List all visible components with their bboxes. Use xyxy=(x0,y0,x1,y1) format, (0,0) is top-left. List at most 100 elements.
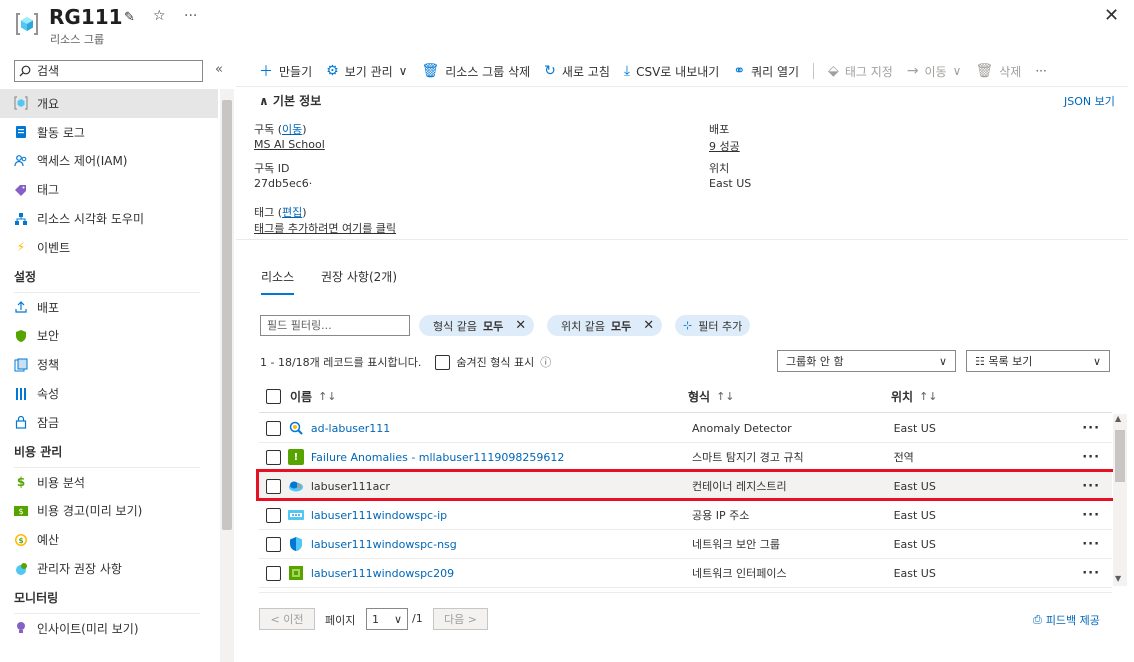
table-row[interactable]: ad-labuser111 Anomaly Detector East US ·… xyxy=(259,414,1112,443)
type-filter-pill[interactable]: 형식 같음 모두 ✕ xyxy=(419,315,535,336)
resource-type: 스마트 탐지기 경고 규칙 xyxy=(691,451,804,464)
open-query-button[interactable]: ⚭ 쿼리 열기 xyxy=(733,63,799,80)
sidebar-item-iam[interactable]: 액세스 제어(IAM) xyxy=(0,147,218,176)
essentials-toggle[interactable]: ∧ 기본 정보 xyxy=(259,92,321,109)
table-scrollbar-thumb[interactable] xyxy=(1115,430,1125,482)
pin-icon[interactable]: ✎ xyxy=(124,10,135,25)
sidebar-item-properties[interactable]: 속성 xyxy=(0,379,218,408)
more-options-icon[interactable]: ··· xyxy=(184,8,197,24)
sort-icon[interactable]: ↑↓ xyxy=(919,390,937,403)
sort-icon[interactable]: ↑↓ xyxy=(318,390,336,403)
sidebar-item-security[interactable]: 보안 xyxy=(0,322,218,351)
sidebar-item-label: 활동 로그 xyxy=(37,125,85,140)
deployments-value-link[interactable]: 9 성공 xyxy=(709,138,740,154)
subscription-id-value: 27db5ec6· xyxy=(254,177,313,190)
select-all-header: 이름 ↑↓ xyxy=(266,388,337,405)
location-value: East US xyxy=(709,177,752,190)
feedback-link[interactable]: ⎙ 피드백 제공 xyxy=(1033,612,1100,628)
sidebar-item-policy[interactable]: 정책 xyxy=(0,350,218,379)
close-icon[interactable]: ✕ xyxy=(1104,5,1119,26)
next-page-button[interactable]: 다음 > xyxy=(433,608,488,630)
row-checkbox[interactable] xyxy=(266,507,281,523)
sidebar-item-cost-analysis[interactable]: $ 비용 분석 xyxy=(0,468,218,497)
sidebar-item-overview[interactable]: 개요 xyxy=(0,89,218,118)
visualizer-icon xyxy=(14,212,28,226)
view-mode-dropdown[interactable]: ☷ 목록 보기 ∨ xyxy=(966,350,1110,372)
location-filter-pill[interactable]: 위치 같음 모두 ✕ xyxy=(547,315,663,336)
row-more-icon[interactable]: ··· xyxy=(1082,421,1112,436)
collapse-sidebar-icon[interactable]: « xyxy=(215,62,223,77)
scroll-down-icon[interactable]: ▼ xyxy=(1115,574,1121,583)
row-checkbox[interactable] xyxy=(266,536,281,552)
row-more-icon[interactable]: ··· xyxy=(1082,508,1112,523)
records-bar: 1 - 18/18개 레코드를 표시합니다. 숨겨진 형식 표시 ⓘ xyxy=(260,354,551,370)
json-view-link[interactable]: JSON 보기 xyxy=(1064,93,1115,109)
scroll-up-icon[interactable]: ▲ xyxy=(1115,414,1121,423)
sidebar-search[interactable] xyxy=(14,60,203,82)
table-row[interactable]: ! Failure Anomalies - mllabuser1119098259… xyxy=(259,443,1112,472)
row-checkbox[interactable] xyxy=(266,449,281,465)
row-more-icon[interactable]: ··· xyxy=(1082,566,1112,581)
row-more-icon[interactable]: ··· xyxy=(1082,537,1112,552)
sidebar-item-insights[interactable]: 인사이트(미리 보기) xyxy=(0,614,218,643)
resource-name-link[interactable]: labuser111windowspc-ip xyxy=(311,509,447,522)
assign-tags-button[interactable]: ⬙ 태그 지정 xyxy=(828,63,893,80)
tab-resources[interactable]: 리소스 xyxy=(261,268,295,295)
add-filter-icon: ⊹ xyxy=(683,319,693,332)
sidebar-item-budgets[interactable]: $ 예산 xyxy=(0,525,218,554)
favorite-star-icon[interactable]: ☆ xyxy=(153,8,166,24)
select-all-checkbox[interactable] xyxy=(266,389,281,404)
previous-page-button[interactable]: < 이전 xyxy=(259,608,315,630)
remove-filter-icon[interactable]: ✕ xyxy=(643,318,654,333)
table-row[interactable]: labuser111windowspc-ip 공용 IP 주소 East US … xyxy=(259,501,1112,530)
tags-add-link[interactable]: 태그를 추가하려면 여기를 클릭 xyxy=(254,220,396,236)
remove-filter-icon[interactable]: ✕ xyxy=(515,318,526,333)
page-select-value: 1 xyxy=(372,612,379,626)
resource-name-link[interactable]: ad-labuser111 xyxy=(311,422,390,435)
sidebar-item-cost-alerts[interactable]: $ 비용 경고(미리 보기) xyxy=(0,497,218,526)
table-row[interactable]: labuser111windowspc-nsg 네트워크 보안 그룹 East … xyxy=(259,530,1112,559)
move-button[interactable]: → 이동 ∨ xyxy=(907,63,962,80)
add-filter-button[interactable]: ⊹ 필터 추가 xyxy=(675,315,751,336)
show-hidden-types-checkbox[interactable] xyxy=(435,354,451,370)
delete-button[interactable]: 🗑 삭제 xyxy=(975,63,1021,80)
export-csv-button[interactable]: ⤓ CSV로 내보내기 xyxy=(624,63,719,80)
table-row[interactable]: labuser111windowspc209 네트워크 인터페이스 East U… xyxy=(259,559,1112,588)
table-header-divider xyxy=(259,412,1112,413)
delete-resource-group-button[interactable]: 🗑 리소스 그룹 삭제 xyxy=(421,63,530,80)
sort-icon[interactable]: ↑↓ xyxy=(716,390,734,403)
sidebar-item-locks[interactable]: 잠금 xyxy=(0,408,218,437)
subscription-value-link[interactable]: MS AI School xyxy=(254,138,325,151)
tab-recommendations[interactable]: 권장 사항(2개) xyxy=(321,268,397,285)
more-commands-icon[interactable]: ··· xyxy=(1035,64,1046,78)
column-header-type[interactable]: 형식 xyxy=(688,388,710,405)
sidebar-item-events[interactable]: ⚡ 이벤트 xyxy=(0,233,218,262)
resource-name-link[interactable]: Failure Anomalies - mllabuser11190982596… xyxy=(311,451,564,464)
grouping-dropdown[interactable]: 그룹화 안 함 ∨ xyxy=(777,350,956,372)
page-select[interactable]: 1 ∨ xyxy=(366,608,408,630)
row-checkbox[interactable] xyxy=(266,565,281,581)
info-icon[interactable]: ⓘ xyxy=(540,354,551,370)
row-more-icon[interactable]: ··· xyxy=(1082,450,1112,465)
sidebar-item-activity-log[interactable]: 활동 로그 xyxy=(0,118,218,147)
resource-name-link[interactable]: labuser111windowspc-nsg xyxy=(311,538,457,551)
row-checkbox[interactable] xyxy=(266,420,281,436)
sidebar-search-input[interactable] xyxy=(37,64,197,78)
field-filter-input[interactable] xyxy=(260,315,410,336)
refresh-button[interactable]: ↻ 새로 고침 xyxy=(544,63,610,80)
column-header-name[interactable]: 이름 xyxy=(290,388,312,405)
create-button[interactable]: ＋ 만들기 xyxy=(259,61,312,81)
tags-edit-link[interactable]: 편집 xyxy=(282,206,302,219)
sidebar-item-deployments[interactable]: 배포 xyxy=(0,293,218,322)
subscription-move-link[interactable]: 이동 xyxy=(282,123,302,136)
sidebar-scrollbar-thumb[interactable] xyxy=(222,100,232,530)
manage-view-button[interactable]: ⚙ 보기 관리 ∨ xyxy=(326,63,407,80)
resource-name-link[interactable]: labuser111windowspc209 xyxy=(311,567,454,580)
sidebar-item-advisor[interactable]: 관리자 권장 사항 xyxy=(0,554,218,583)
advisor-icon xyxy=(14,562,28,576)
sidebar-item-tags[interactable]: 태그 xyxy=(0,175,218,204)
command-bar: ＋ 만들기 ⚙ 보기 관리 ∨ 🗑 리소스 그룹 삭제 ↻ 새로 고침 ⤓ CSV로 내보내… xyxy=(259,60,1061,82)
sidebar-item-visualizer[interactable]: 리소스 시각화 도우미 xyxy=(0,204,218,233)
activity-log-icon xyxy=(14,125,28,139)
column-header-location[interactable]: 위치 xyxy=(891,388,913,405)
